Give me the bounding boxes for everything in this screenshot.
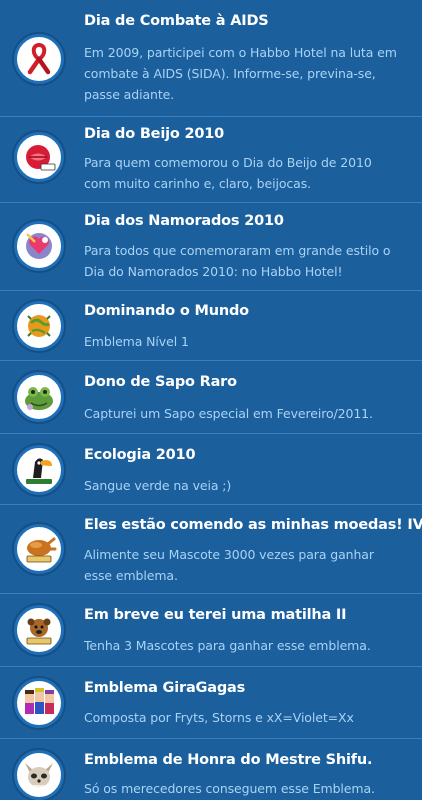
badge-description: Composta por Fryts, Storns e xX=Violet=X… [84, 710, 354, 725]
list-item[interactable]: Ecologia 2010 Sangue verde na veia ;) [0, 434, 422, 505]
badge-title: Dia do Beijo 2010 [84, 126, 225, 142]
list-item[interactable]: Dia do Beijo 2010 Para quem comemorou o … [0, 117, 422, 203]
kiss-lips-icon [14, 132, 64, 182]
badge-description: Só os merecedores conseguem esse Emblema… [84, 781, 375, 796]
list-item[interactable]: Dominando o Mundo Emblema Nível 1 [0, 291, 422, 361]
list-item[interactable]: Emblema GiraGagas Composta por Fryts, St… [0, 667, 422, 739]
badge-title: Emblema de Honra do Mestre Shifu. [84, 752, 373, 768]
list-item[interactable]: Dia de Combate à AIDS Em 2009, participe… [0, 0, 422, 117]
badge-description: Para quem comemorou o Dia do Beijo de 20… [84, 155, 372, 191]
badge-title: Em breve eu terei uma matilha II [84, 607, 347, 623]
badge-description: Capturei um Sapo especial em Fevereiro/2… [84, 406, 373, 421]
badge-description: Emblema Nível 1 [84, 334, 189, 349]
group-avatars-icon [14, 678, 64, 728]
badge-description: Para todos que comemoraram em grande est… [84, 243, 391, 279]
badge-title: Emblema GiraGagas [84, 680, 246, 696]
badge-description: Sangue verde na veia ;) [84, 478, 232, 493]
valentine-heart-icon [14, 221, 64, 271]
list-item[interactable]: Dono de Sapo Raro Capturei um Sapo espec… [0, 361, 422, 434]
dog-pack-icon [14, 605, 64, 655]
list-item[interactable]: Dia dos Namorados 2010 Para todos que co… [0, 203, 422, 291]
list-item[interactable]: Em breve eu terei uma matilha II Tenha 3… [0, 594, 422, 667]
master-shifu-icon [14, 750, 64, 800]
world-globe-icon [14, 301, 64, 351]
badge-title: Dominando o Mundo [84, 303, 249, 319]
badge-description: Em 2009, participei com o Habbo Hotel na… [84, 45, 397, 102]
badge-description: Alimente seu Mascote 3000 vezes para gan… [84, 547, 374, 583]
badge-list: Dia de Combate à AIDS Em 2009, participe… [0, 0, 422, 800]
badge-title: Dia dos Namorados 2010 [84, 213, 284, 229]
toucan-icon [14, 445, 64, 495]
badge-title: Ecologia 2010 [84, 447, 196, 463]
roast-chicken-icon [14, 524, 64, 574]
list-item[interactable]: Emblema de Honra do Mestre Shifu. Só os … [0, 739, 422, 800]
badge-title: Dono de Sapo Raro [84, 374, 237, 390]
frog-icon [14, 372, 64, 422]
badge-title: Eles estão comendo as minhas moedas! IV [84, 517, 422, 533]
list-item[interactable]: Eles estão comendo as minhas moedas! IV … [0, 505, 422, 594]
badge-title: Dia de Combate à AIDS [84, 13, 269, 29]
red-ribbon-icon [14, 34, 64, 84]
badge-description: Tenha 3 Mascotes para ganhar esse emblem… [84, 638, 371, 653]
